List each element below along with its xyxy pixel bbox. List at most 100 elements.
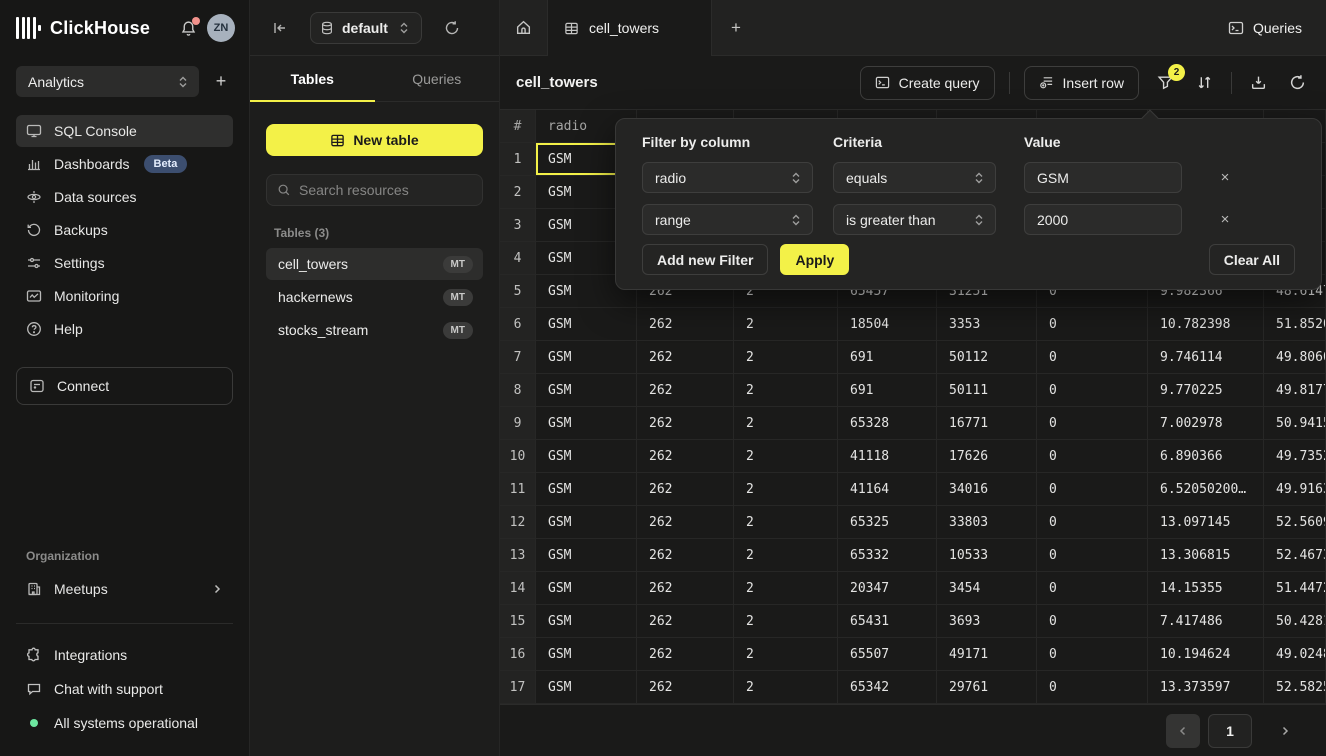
queries-button[interactable]: Queries [1228, 20, 1302, 36]
table-cell[interactable]: 49171 [937, 638, 1037, 671]
sidebar-item-help[interactable]: Help [16, 313, 233, 345]
table-list-item-stocks-stream[interactable]: stocks_stream MT [266, 314, 483, 346]
refresh-button[interactable] [1285, 70, 1310, 95]
refresh-tables-button[interactable] [444, 20, 460, 36]
table-cell[interactable]: 2 [734, 539, 838, 572]
table-cell[interactable]: 0 [1037, 605, 1148, 638]
table-cell[interactable]: GSM [536, 473, 637, 506]
filter-button[interactable]: 2 [1153, 70, 1178, 95]
table-cell[interactable]: 0 [1037, 506, 1148, 539]
filter-column-select[interactable]: range [642, 204, 813, 235]
table-cell[interactable]: GSM [536, 407, 637, 440]
table-cell[interactable]: GSM [536, 671, 637, 704]
table-cell[interactable]: 0 [1037, 374, 1148, 407]
table-cell[interactable]: 0 [1037, 572, 1148, 605]
table-cell[interactable]: 691 [838, 341, 937, 374]
table-cell[interactable]: 65431 [838, 605, 937, 638]
row-number-header[interactable]: # [500, 110, 536, 143]
table-cell[interactable]: 2 [734, 506, 838, 539]
table-cell[interactable]: 13.373597 [1148, 671, 1264, 704]
remove-filter-button[interactable]: × [1210, 162, 1240, 193]
table-cell[interactable]: 50112 [937, 341, 1037, 374]
table-cell[interactable]: 50111 [937, 374, 1037, 407]
table-cell[interactable]: 0 [1037, 638, 1148, 671]
home-button[interactable] [500, 0, 548, 55]
table-cell[interactable]: 262 [637, 671, 734, 704]
org-selector[interactable]: Analytics [16, 66, 199, 97]
table-cell[interactable]: 6.52050200… [1148, 473, 1264, 506]
database-selector[interactable]: default [310, 12, 422, 44]
search-resources-input[interactable] [299, 182, 472, 198]
table-cell[interactable]: 51.852036 [1264, 308, 1326, 341]
table-cell[interactable]: GSM [536, 341, 637, 374]
system-status[interactable]: All systems operational [16, 708, 233, 738]
table-cell[interactable]: 0 [1037, 341, 1148, 374]
table-cell[interactable]: 6.890366 [1148, 440, 1264, 473]
table-cell[interactable]: 10.194624 [1148, 638, 1264, 671]
table-cell[interactable]: 0 [1037, 308, 1148, 341]
table-cell[interactable]: 2 [734, 440, 838, 473]
table-cell[interactable]: 2 [734, 638, 838, 671]
add-service-button[interactable]: + [209, 71, 233, 92]
table-cell[interactable]: 262 [637, 308, 734, 341]
filter-value-input[interactable]: 2000 [1024, 204, 1182, 235]
table-cell[interactable]: 262 [637, 506, 734, 539]
table-cell[interactable]: 50.941544 [1264, 407, 1326, 440]
table-cell[interactable]: 262 [637, 440, 734, 473]
integrations-link[interactable]: Integrations [16, 640, 233, 670]
apply-filter-button[interactable]: Apply [780, 244, 849, 275]
avatar[interactable]: ZN [207, 14, 235, 42]
table-cell[interactable]: 52.4673325 [1264, 539, 1326, 572]
current-page-indicator[interactable]: 1 [1208, 714, 1252, 748]
table-cell[interactable]: 0 [1037, 473, 1148, 506]
table-cell[interactable]: 262 [637, 605, 734, 638]
open-tab-cell-towers[interactable]: cell_towers [548, 0, 712, 56]
next-page-button[interactable] [1268, 714, 1302, 748]
clear-all-filters-button[interactable]: Clear All [1209, 244, 1295, 275]
table-cell[interactable]: 49.806073 [1264, 341, 1326, 374]
table-cell[interactable]: GSM [536, 374, 637, 407]
new-tab-button[interactable]: + [712, 0, 760, 55]
table-cell[interactable]: 2 [734, 407, 838, 440]
table-list-item-hackernews[interactable]: hackernews MT [266, 281, 483, 313]
table-cell[interactable]: 14.15355 [1148, 572, 1264, 605]
table-cell[interactable]: 10.782398 [1148, 308, 1264, 341]
table-cell[interactable]: 9.746114 [1148, 341, 1264, 374]
table-cell[interactable]: 0 [1037, 539, 1148, 572]
connect-button[interactable]: Connect [16, 367, 233, 405]
tab-tables[interactable]: Tables [250, 56, 375, 101]
table-cell[interactable]: 20347 [838, 572, 937, 605]
table-cell[interactable]: 49.916384 [1264, 473, 1326, 506]
table-cell[interactable]: 2 [734, 374, 838, 407]
table-cell[interactable]: 3693 [937, 605, 1037, 638]
table-cell[interactable]: 17626 [937, 440, 1037, 473]
chat-support-link[interactable]: Chat with support [16, 674, 233, 704]
table-cell[interactable]: 262 [637, 572, 734, 605]
notification-bell-icon[interactable] [180, 20, 197, 37]
table-cell[interactable]: 50.428105 [1264, 605, 1326, 638]
tab-queries[interactable]: Queries [375, 56, 500, 101]
table-cell[interactable]: 49.735233 [1264, 440, 1326, 473]
table-list-item-cell-towers[interactable]: cell_towers MT [266, 248, 483, 280]
table-cell[interactable]: 3353 [937, 308, 1037, 341]
table-cell[interactable]: 52.560998 [1264, 506, 1326, 539]
table-cell[interactable]: 18504 [838, 308, 937, 341]
previous-page-button[interactable] [1166, 714, 1200, 748]
table-cell[interactable]: 29761 [937, 671, 1037, 704]
table-cell[interactable]: 33803 [937, 506, 1037, 539]
table-cell[interactable]: GSM [536, 440, 637, 473]
table-cell[interactable]: 2 [734, 473, 838, 506]
table-cell[interactable]: 262 [637, 374, 734, 407]
filter-column-select[interactable]: radio [642, 162, 813, 193]
table-cell[interactable]: 7.417486 [1148, 605, 1264, 638]
collapse-panel-button[interactable] [272, 20, 288, 36]
sidebar-item-data-sources[interactable]: Data sources [16, 181, 233, 213]
table-cell[interactable]: 51.447201 [1264, 572, 1326, 605]
sidebar-item-monitoring[interactable]: Monitoring [16, 280, 233, 312]
table-cell[interactable]: 13.306815 [1148, 539, 1264, 572]
table-cell[interactable]: 65328 [838, 407, 937, 440]
table-cell[interactable]: 65342 [838, 671, 937, 704]
table-cell[interactable]: 2 [734, 671, 838, 704]
table-cell[interactable]: GSM [536, 539, 637, 572]
table-cell[interactable]: 2 [734, 308, 838, 341]
